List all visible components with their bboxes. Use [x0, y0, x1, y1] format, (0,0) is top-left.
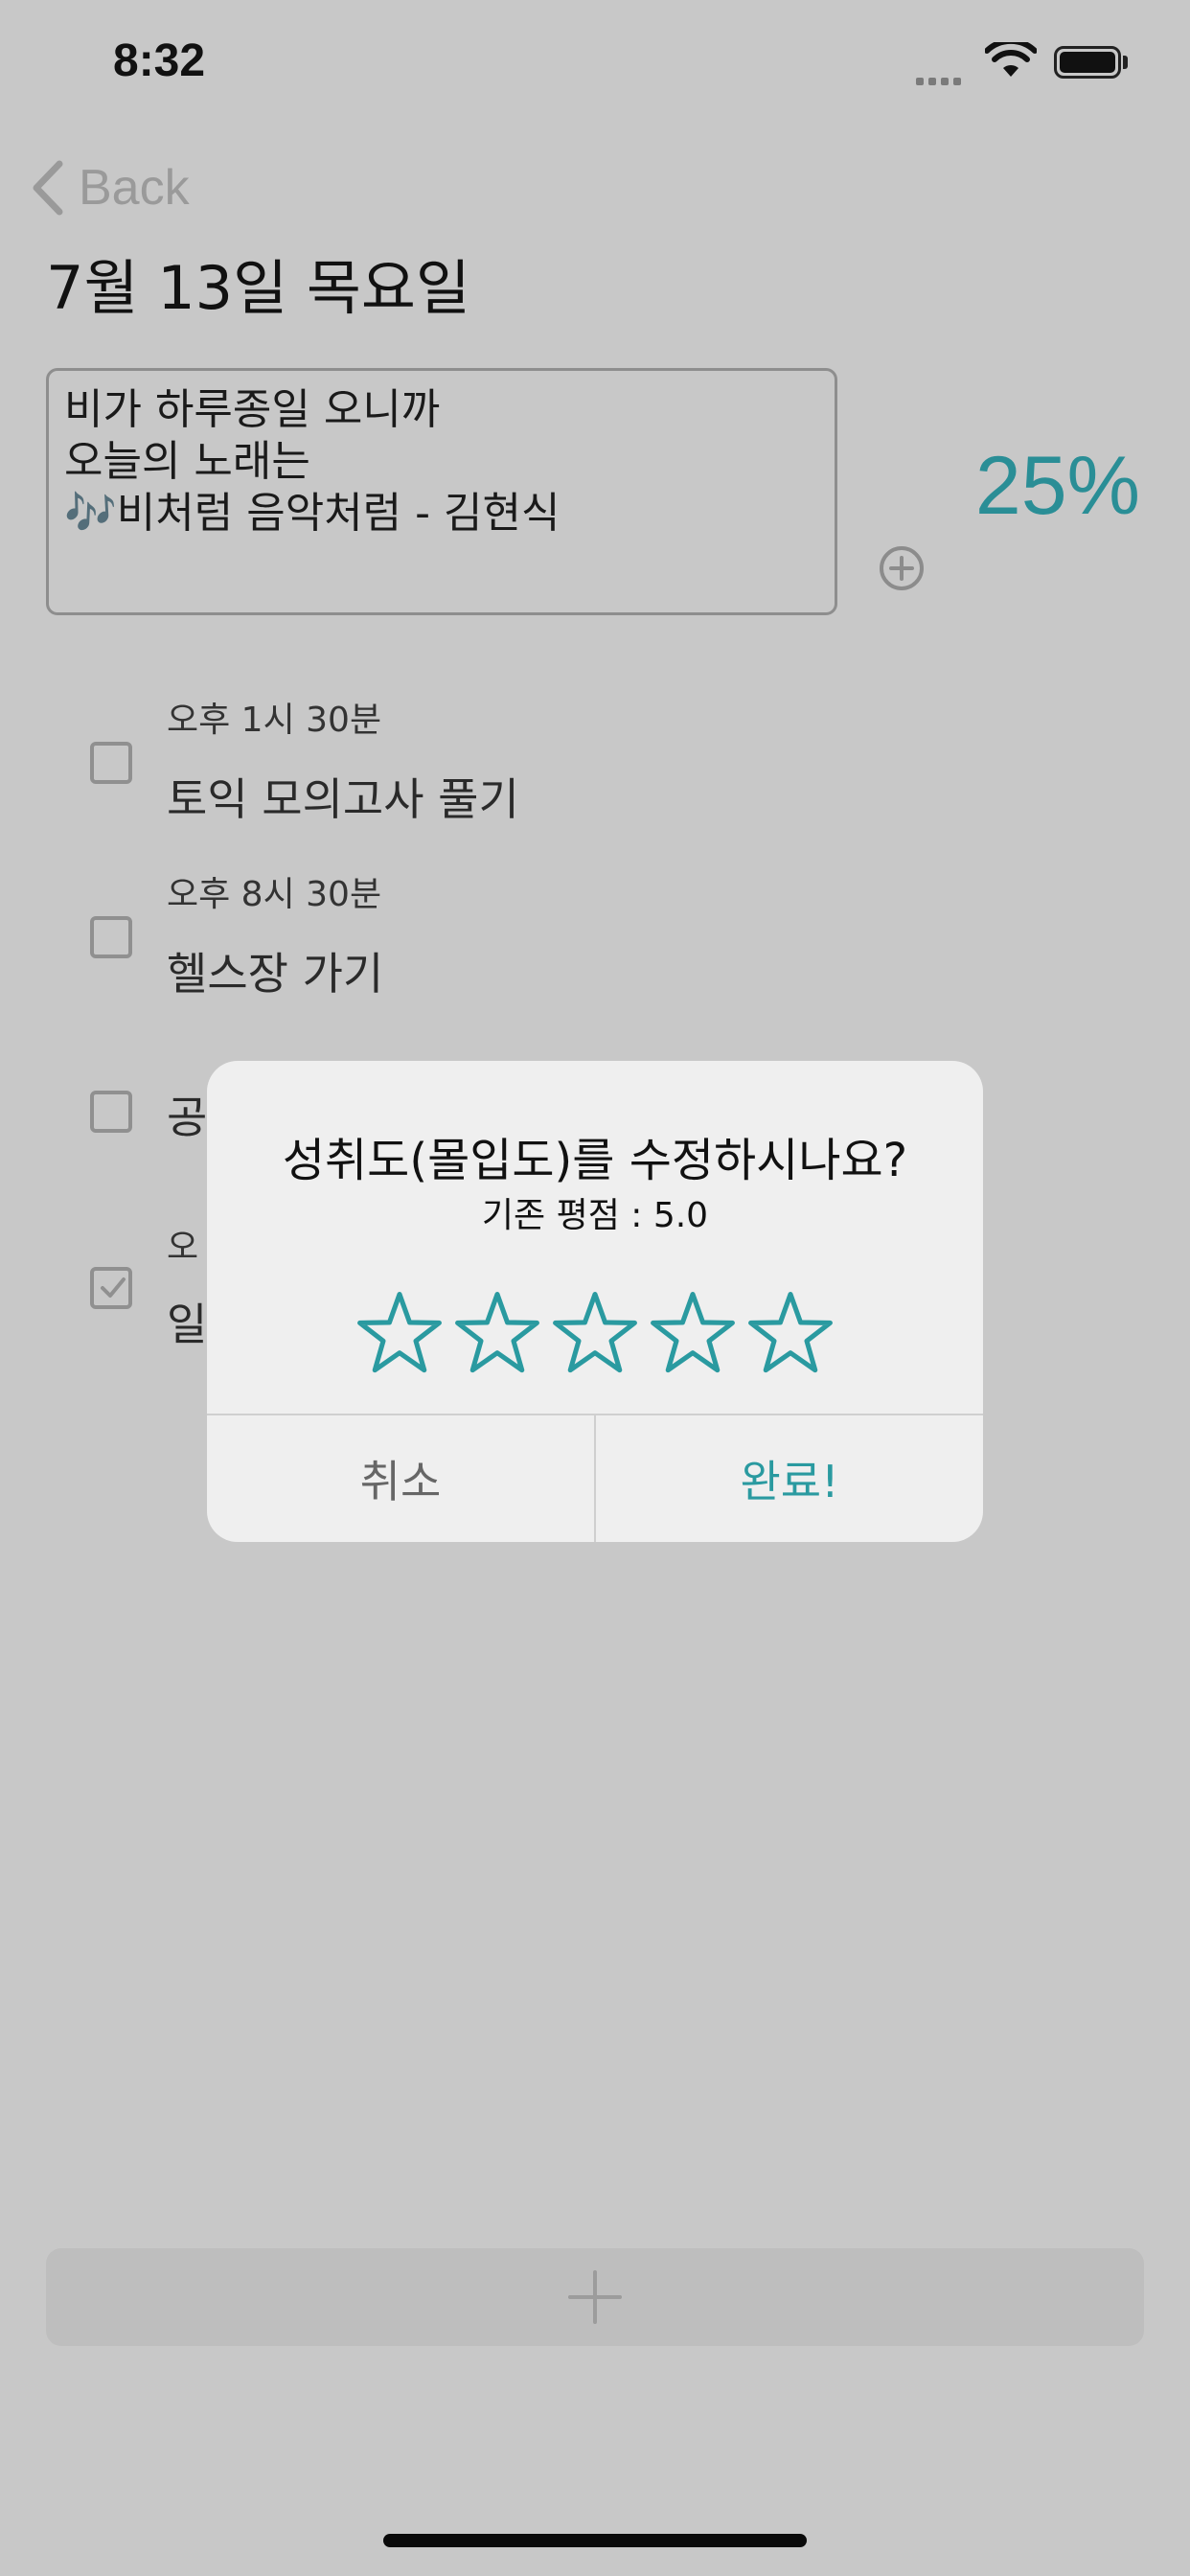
page-title: 7월 13일 목요일: [46, 253, 470, 323]
star-outline-icon[interactable]: [649, 1289, 737, 1377]
wifi-icon: [985, 42, 1037, 77]
plus-icon: [568, 2270, 622, 2324]
star-rating[interactable]: [207, 1289, 983, 1377]
task-time: 오후 1시 30분: [167, 701, 382, 740]
star-outline-icon[interactable]: [551, 1289, 639, 1377]
home-indicator: [383, 2534, 807, 2547]
alert-title: 성취도(몰입도)를 수정하시나요?: [282, 1134, 908, 1187]
back-button[interactable]: Back: [31, 153, 190, 222]
memo-line: 🎶비처럼 음악처럼 - 김현식: [64, 489, 561, 538]
task-title[interactable]: 일: [167, 1290, 207, 1353]
task-checkbox[interactable]: [90, 1091, 132, 1133]
task-checkbox[interactable]: [90, 916, 132, 958]
checkmark-icon: [101, 1277, 126, 1298]
cancel-button[interactable]: 취소: [207, 1415, 594, 1542]
task-checkbox[interactable]: [90, 742, 132, 784]
battery-icon: [1054, 46, 1121, 79]
back-label: Back: [79, 160, 190, 216]
memo-line: 비가 하루종일 오니까: [64, 385, 441, 434]
task-title[interactable]: 공: [167, 1083, 207, 1146]
star-outline-icon[interactable]: [746, 1289, 835, 1377]
chevron-left-icon: [33, 160, 63, 216]
task-time: 오: [167, 1228, 199, 1267]
star-outline-icon[interactable]: [355, 1289, 444, 1377]
cellular-signal-icon: [916, 71, 966, 89]
task-title[interactable]: 헬스장 가기: [167, 939, 383, 1002]
memo-textarea[interactable]: 비가 하루종일 오니까 오늘의 노래는 🎶비처럼 음악처럼 - 김현식: [46, 368, 837, 615]
rating-alert-dialog: 성취도(몰입도)를 수정하시나요? 기존 평점 : 5.0 취소 완료!: [207, 1061, 983, 1542]
plus-circle-icon[interactable]: [878, 544, 926, 592]
progress-percent: 25%: [974, 440, 1140, 532]
status-time: 8:32: [113, 35, 206, 86]
task-time: 오후 8시 30분: [167, 875, 382, 914]
alert-message: 기존 평점 : 5.0: [481, 1196, 709, 1235]
battery-tip: [1123, 56, 1128, 69]
task-checkbox-checked[interactable]: [90, 1267, 132, 1309]
add-task-button[interactable]: [46, 2248, 1144, 2346]
star-outline-icon[interactable]: [453, 1289, 541, 1377]
task-title[interactable]: 토익 모의고사 풀기: [167, 765, 519, 828]
done-button[interactable]: 완료!: [596, 1415, 983, 1542]
memo-line: 오늘의 노래는: [64, 437, 310, 486]
